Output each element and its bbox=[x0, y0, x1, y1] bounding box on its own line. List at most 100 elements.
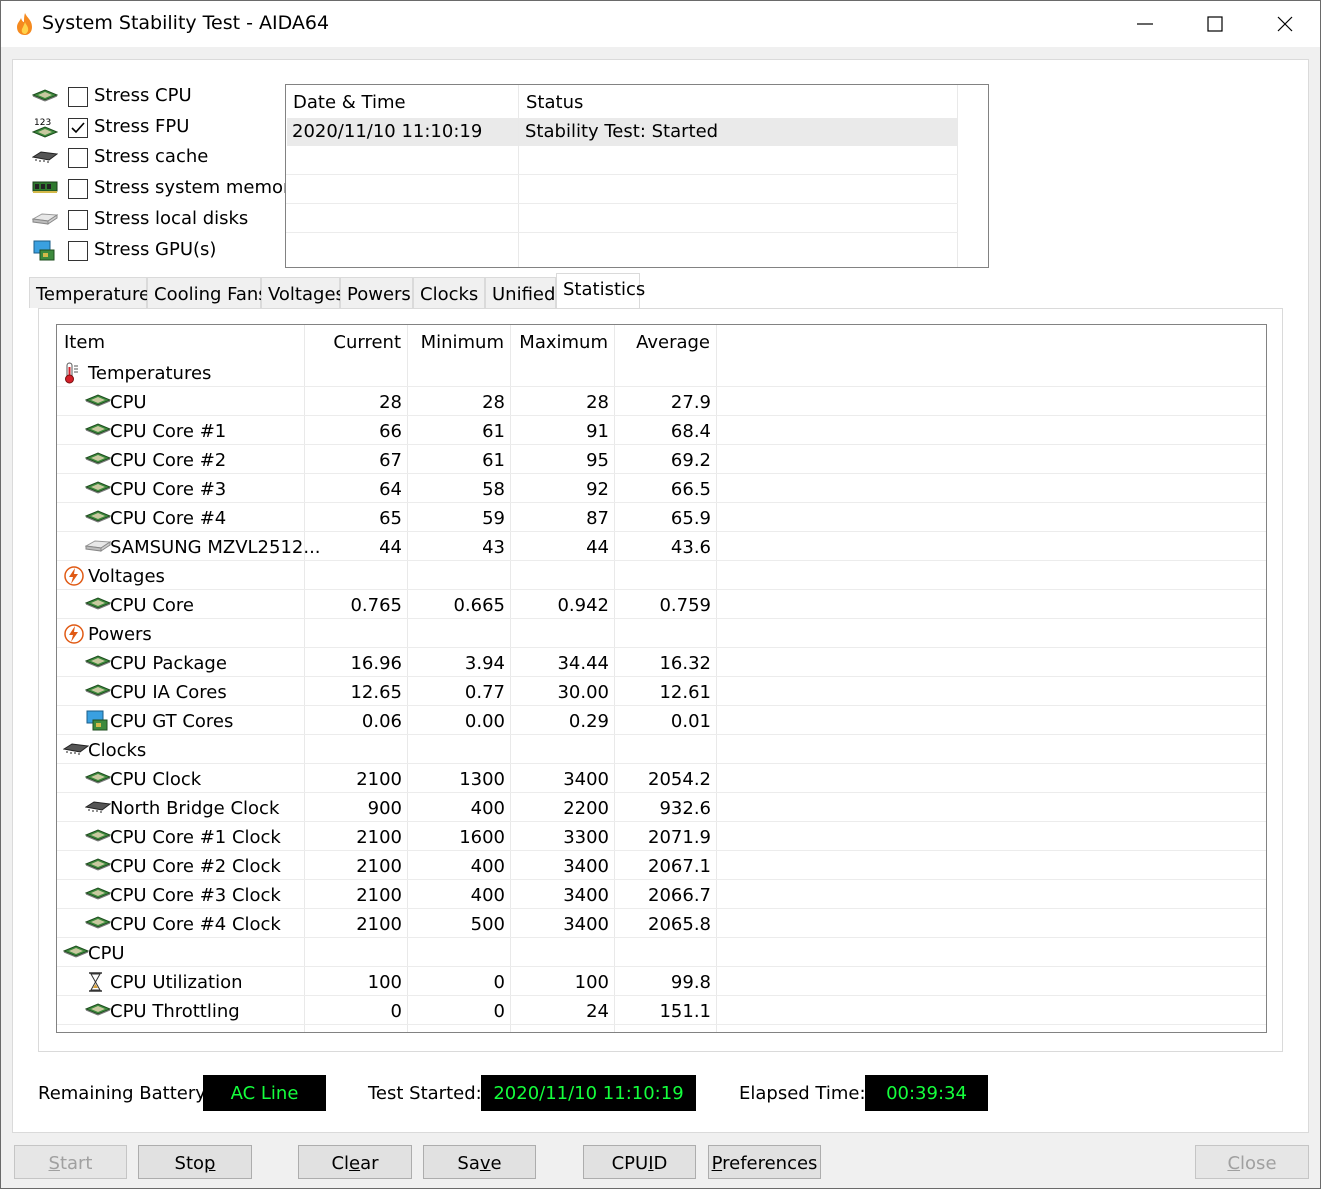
log-header-datetime[interactable]: Date & Time bbox=[286, 85, 519, 118]
value-minimum: 58 bbox=[482, 479, 505, 500]
value-maximum: 30.00 bbox=[557, 682, 609, 703]
close-window-button[interactable] bbox=[1250, 1, 1320, 47]
item-label: CPU Core #3 Clock bbox=[110, 885, 281, 906]
value-minimum: 0.665 bbox=[453, 595, 505, 616]
column-header-average[interactable]: Average bbox=[615, 325, 710, 356]
tab-powers[interactable]: Powers bbox=[340, 277, 413, 308]
item-label: SAMSUNG MZVL2512... bbox=[110, 537, 321, 558]
value-minimum: 400 bbox=[470, 885, 505, 906]
column-header-maximum[interactable]: Maximum bbox=[511, 325, 608, 356]
tab-unified[interactable]: Unified bbox=[485, 277, 556, 308]
value-maximum: 44 bbox=[586, 537, 609, 558]
column-header-current[interactable]: Current bbox=[305, 325, 401, 356]
checkbox[interactable] bbox=[68, 87, 88, 107]
column-header-item[interactable]: Item bbox=[64, 325, 304, 356]
value-maximum: 92 bbox=[586, 479, 609, 500]
value-maximum: 91 bbox=[586, 421, 609, 442]
preferences-button[interactable]: Preferences bbox=[708, 1145, 821, 1179]
clear-button[interactable]: Clear bbox=[298, 1145, 412, 1179]
checkbox[interactable] bbox=[68, 118, 88, 138]
stop-button[interactable]: Stop bbox=[138, 1145, 252, 1179]
option-stress-local-disks[interactable]: Stress local disks bbox=[31, 207, 282, 233]
option-stress-fpu[interactable]: 123 Stress FPU bbox=[31, 115, 282, 141]
value-current: 65 bbox=[379, 508, 402, 529]
value-average: 2054.2 bbox=[648, 769, 711, 790]
tab-voltages[interactable]: Voltages bbox=[261, 277, 345, 308]
option-stress-cache[interactable]: Stress cache bbox=[31, 145, 282, 171]
statistics-table[interactable]: Item Current Minimum Maximum Average Temperat… bbox=[56, 324, 1267, 1033]
value-maximum: 2200 bbox=[563, 798, 609, 819]
item-label: CPU Clock bbox=[110, 769, 202, 790]
tab-clocks[interactable]: Clocks bbox=[413, 277, 485, 308]
item-label: CPU Utilization bbox=[110, 972, 243, 993]
save-button[interactable]: Save bbox=[423, 1145, 536, 1179]
value-current: 0.765 bbox=[350, 595, 402, 616]
option-label: Stress cache bbox=[94, 146, 209, 167]
value-minimum: 0.00 bbox=[464, 711, 505, 732]
value-minimum: 400 bbox=[470, 856, 505, 877]
value-average: 99.8 bbox=[670, 972, 711, 993]
group-label: Temperatures bbox=[88, 363, 212, 384]
table-group-row[interactable] bbox=[57, 358, 1266, 387]
value-average: 68.4 bbox=[670, 421, 711, 442]
cpu-chip-icon bbox=[84, 768, 112, 789]
value-current: 2100 bbox=[356, 769, 402, 790]
maximize-button[interactable] bbox=[1180, 1, 1250, 47]
table-group-row[interactable] bbox=[57, 619, 1266, 648]
value-current: 100 bbox=[367, 972, 402, 993]
gpu-monitor-icon bbox=[32, 240, 58, 262]
value-average: 27.9 bbox=[670, 392, 711, 413]
item-label: CPU Core #3 bbox=[110, 479, 227, 500]
battery-label: Remaining Battery: bbox=[38, 1083, 211, 1104]
tab-temperatures[interactable]: Temperatures bbox=[29, 277, 159, 308]
value-maximum: 3300 bbox=[563, 827, 609, 848]
value-average: 2067.1 bbox=[648, 856, 711, 877]
minimize-icon bbox=[1137, 23, 1153, 25]
checkbox[interactable] bbox=[68, 210, 88, 230]
group-label: CPU bbox=[88, 943, 125, 964]
checkbox[interactable] bbox=[68, 179, 88, 199]
value-average: 65.9 bbox=[670, 508, 711, 529]
start-button[interactable]: Start bbox=[14, 1145, 127, 1179]
item-label: CPU Core #4 bbox=[110, 508, 227, 529]
aida64-window: System Stability Test - AIDA64 Stress CP… bbox=[0, 0, 1321, 1189]
value-maximum: 100 bbox=[574, 972, 609, 993]
table-group-row[interactable] bbox=[57, 938, 1266, 967]
table-group-row[interactable] bbox=[57, 735, 1266, 764]
test-started-value: 2020/11/10 11:10:19 bbox=[481, 1075, 696, 1111]
test-started-label: Test Started: bbox=[368, 1083, 482, 1104]
value-maximum: 3400 bbox=[563, 885, 609, 906]
cpu-chip-icon bbox=[62, 942, 90, 963]
value-maximum: 95 bbox=[586, 450, 609, 471]
option-stress-cpu[interactable]: Stress CPU bbox=[31, 84, 282, 110]
value-current: 900 bbox=[367, 798, 402, 819]
value-average: 16.32 bbox=[659, 653, 711, 674]
item-label: North Bridge Clock bbox=[110, 798, 280, 819]
tab-cooling-fans[interactable]: Cooling Fans bbox=[147, 277, 268, 308]
event-log[interactable]: Date & Time Status 2020/11/10 11:10:19 S… bbox=[285, 84, 989, 268]
option-label: Stress local disks bbox=[94, 208, 249, 229]
cpu-chip-icon bbox=[31, 86, 59, 108]
value-minimum: 0 bbox=[493, 972, 505, 993]
cpu-chip-icon bbox=[84, 478, 112, 499]
table-group-row[interactable] bbox=[57, 561, 1266, 590]
cpuid-button[interactable]: CPUID bbox=[583, 1145, 696, 1179]
close-button[interactable]: Close bbox=[1195, 1145, 1309, 1179]
option-label: Stress CPU bbox=[94, 85, 192, 106]
option-stress-system-memory[interactable]: Stress system memory bbox=[32, 176, 301, 202]
minimize-button[interactable] bbox=[1110, 1, 1180, 47]
checkbox[interactable] bbox=[68, 148, 88, 168]
flame-icon bbox=[14, 12, 36, 36]
value-maximum: 0.942 bbox=[557, 595, 609, 616]
value-average: 12.61 bbox=[659, 682, 711, 703]
value-current: 0.06 bbox=[361, 711, 402, 732]
value-maximum: 34.44 bbox=[557, 653, 609, 674]
tab-statistics[interactable]: Statistics bbox=[556, 273, 645, 309]
value-minimum: 1300 bbox=[459, 769, 505, 790]
column-header-minimum[interactable]: Minimum bbox=[408, 325, 504, 356]
value-average: 69.2 bbox=[670, 450, 711, 471]
option-stress-gpu-s[interactable]: Stress GPU(s) bbox=[32, 238, 282, 264]
checkbox[interactable] bbox=[68, 241, 88, 261]
log-header-status[interactable]: Status bbox=[519, 85, 958, 118]
log-cell-status: Stability Test: Started bbox=[525, 121, 719, 142]
